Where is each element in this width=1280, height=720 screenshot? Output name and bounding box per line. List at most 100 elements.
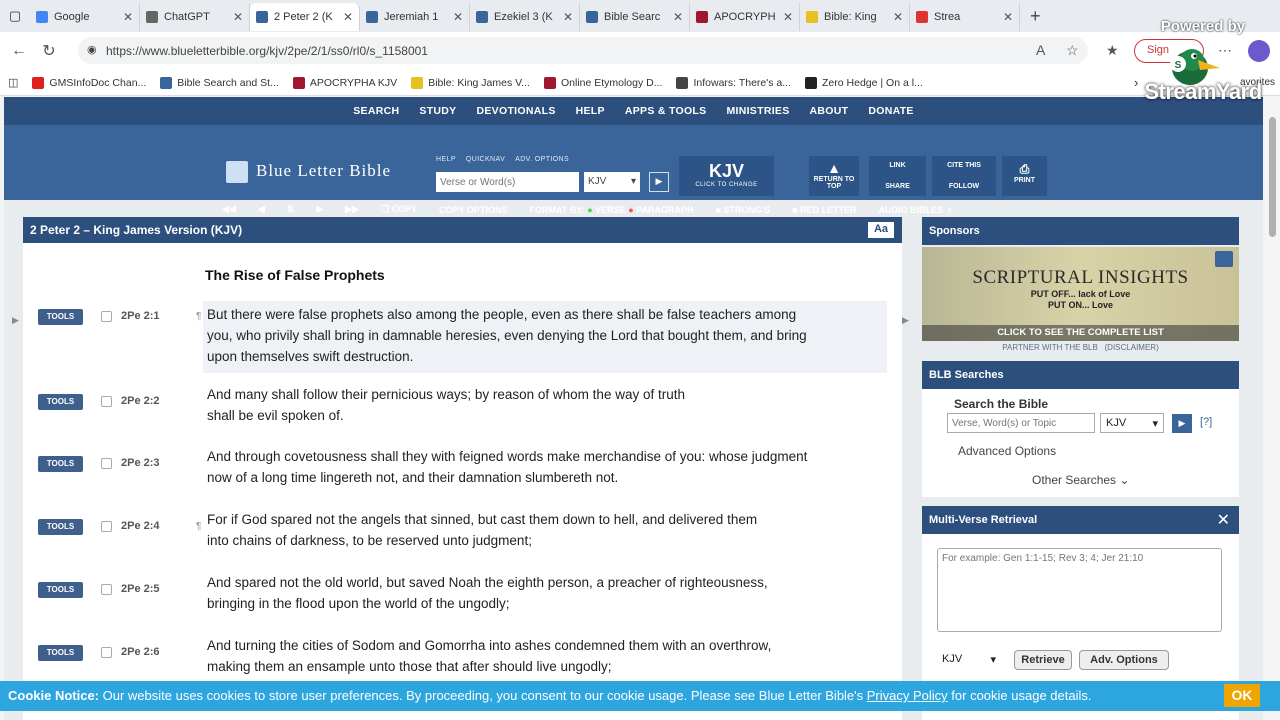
sidebar-search-go-button[interactable]: ▶ — [1172, 414, 1192, 433]
nav-item[interactable]: MINISTRIES — [726, 105, 789, 117]
copy-verse-icon[interactable] — [101, 458, 112, 469]
url-field[interactable]: ◉ https://www.blueletterbible.org/kjv/2p… — [78, 37, 1088, 64]
verse-option[interactable]: VERSE — [595, 205, 626, 215]
nav-item[interactable]: DONATE — [868, 105, 913, 117]
close-tab-icon[interactable]: ✕ — [673, 10, 683, 24]
cookie-ok-button[interactable]: OK — [1224, 684, 1260, 707]
share-button[interactable]: SHARE — [869, 169, 926, 190]
verse-tools-button[interactable]: TOOLS — [38, 582, 83, 598]
prev-chapter-icon[interactable]: ◀ — [258, 204, 265, 215]
adv-options-button[interactable]: Adv. Options — [1079, 650, 1169, 670]
apps-icon[interactable]: ◫ — [8, 76, 18, 89]
scrollbar-thumb[interactable] — [1269, 117, 1276, 237]
search-help-link[interactable]: [?] — [1200, 416, 1212, 428]
chapter-menu-icon[interactable]: ⇅ — [287, 204, 295, 215]
cite-this-button[interactable]: CITE THIS — [932, 156, 996, 169]
verse-reference[interactable]: 2Pe 2:2 — [121, 395, 160, 407]
last-chapter-icon[interactable]: ▶▶ — [345, 204, 359, 215]
strongs-toggle[interactable]: ■ STRONG'S — [715, 205, 770, 215]
verse-tools-button[interactable]: TOOLS — [38, 645, 83, 661]
other-searches-link[interactable]: Other Searches ⌄ — [1032, 473, 1129, 487]
verse-reference[interactable]: 2Pe 2:3 — [121, 457, 160, 469]
adv-options-link[interactable]: ADV. OPTIONS — [515, 156, 569, 163]
read-aloud-icon[interactable]: A — [1036, 42, 1045, 58]
browser-tab[interactable]: Ezekiel 3 (K ✕ — [470, 3, 580, 31]
favorite-star-icon[interactable]: ☆ — [1066, 42, 1079, 59]
bookmark-item[interactable]: GMSInfoDoc Chan... — [32, 76, 146, 89]
bookmark-item[interactable]: Bible: King James V... — [411, 76, 530, 89]
page-scrollbar[interactable] — [1265, 97, 1280, 681]
browser-tab[interactable]: ChatGPT ✕ — [140, 3, 250, 31]
multi-verse-input[interactable] — [937, 548, 1222, 632]
close-tab-icon[interactable]: ✕ — [563, 10, 573, 24]
ad-info-icon[interactable] — [1215, 251, 1233, 267]
retrieve-button[interactable]: Retrieve — [1014, 650, 1072, 670]
left-expand-icon[interactable]: ▶ — [12, 315, 19, 326]
disclaimer-link[interactable]: (DISCLAIMER) — [1105, 343, 1159, 352]
bookmark-item[interactable]: Zero Hedge | On a l... — [805, 76, 923, 89]
header-search-input[interactable] — [436, 172, 579, 192]
blb-logo[interactable]: Blue Letter Bible — [226, 161, 391, 184]
nav-item[interactable]: STUDY — [419, 105, 456, 117]
follow-button[interactable]: FOLLOW — [932, 169, 996, 190]
browser-tab[interactable]: Strea ✕ — [910, 3, 1020, 31]
red-letter-toggle[interactable]: ■ RED LETTER — [792, 205, 856, 215]
copy-options-button[interactable]: COPY OPTIONS — [439, 205, 507, 215]
help-link[interactable]: HELP — [436, 156, 456, 163]
kjv-version-button[interactable]: KJV CLICK TO CHANGE — [679, 156, 774, 196]
close-tab-icon[interactable]: ✕ — [893, 10, 903, 24]
window-menu-icon[interactable]: ▢ — [0, 0, 30, 32]
close-tab-icon[interactable]: ✕ — [453, 10, 463, 24]
sidebar-version-select[interactable]: KJV ▾ — [1100, 413, 1164, 433]
link-button[interactable]: LINK — [869, 156, 926, 169]
browser-tab[interactable]: Jeremiah 1 ✕ — [360, 3, 470, 31]
back-icon[interactable]: ← — [4, 42, 34, 60]
nav-item[interactable]: SEARCH — [353, 105, 399, 117]
right-collapse-icon[interactable]: ▶ — [902, 315, 909, 326]
reload-icon[interactable]: ↻ — [34, 41, 64, 61]
verse-tools-button[interactable]: TOOLS — [38, 309, 83, 325]
verse-reference[interactable]: 2Pe 2:5 — [121, 583, 160, 595]
privacy-policy-link[interactable]: Privacy Policy — [867, 688, 948, 703]
multi-verse-version-select[interactable]: KJV ▾ — [937, 650, 1001, 670]
sponsor-banner[interactable]: SCRIPTURAL INSIGHTS PUT OFF... lack of L… — [922, 247, 1239, 341]
sidebar-search-input[interactable] — [947, 413, 1095, 433]
browser-tab[interactable]: Google ✕ — [30, 3, 140, 31]
verse-tools-button[interactable]: TOOLS — [38, 519, 83, 535]
partner-link[interactable]: PARTNER WITH THE BLB — [1002, 343, 1098, 352]
verse-radio-icon[interactable]: ● — [587, 205, 592, 215]
bookmark-item[interactable]: Online Etymology D... — [543, 76, 662, 89]
paragraph-radio-icon[interactable]: ● — [628, 205, 633, 215]
copy-verse-icon[interactable] — [101, 396, 112, 407]
audio-bibles-button[interactable]: AUDIO BIBLES ♬ — [879, 205, 955, 215]
close-tab-icon[interactable]: ✕ — [123, 10, 133, 24]
header-search-go-button[interactable]: ▶ — [649, 172, 669, 192]
advanced-options-link[interactable]: Advanced Options — [958, 444, 1056, 458]
close-icon[interactable]: ✕ — [1217, 510, 1230, 530]
copy-verse-icon[interactable] — [101, 647, 112, 658]
copilot-icon[interactable] — [1248, 40, 1270, 62]
first-chapter-icon[interactable]: ◀◀ — [222, 204, 236, 215]
quicknav-link[interactable]: QUICKNAV — [466, 156, 505, 163]
nav-item[interactable]: ABOUT — [810, 105, 849, 117]
copy-verse-icon[interactable] — [101, 521, 112, 532]
nav-item[interactable]: HELP — [576, 105, 605, 117]
verse-reference[interactable]: 2Pe 2:4 — [121, 520, 160, 532]
close-tab-icon[interactable]: ✕ — [233, 10, 243, 24]
verse-reference[interactable]: 2Pe 2:6 — [121, 646, 160, 658]
browser-tab[interactable]: 2 Peter 2 (K ✕ — [250, 3, 360, 31]
font-size-button[interactable]: Aa — [868, 222, 894, 238]
copy-verse-icon[interactable] — [101, 584, 112, 595]
verse-tools-button[interactable]: TOOLS — [38, 456, 83, 472]
browser-tab[interactable]: Bible Searc ✕ — [580, 3, 690, 31]
verse-tools-button[interactable]: TOOLS — [38, 394, 83, 410]
paragraph-option[interactable]: PARAGRAPH — [636, 205, 693, 215]
favorites-icon[interactable]: ★ — [1106, 42, 1119, 59]
browser-tab[interactable]: APOCRYPH ✕ — [690, 3, 800, 31]
print-button[interactable]: ⎙ PRINT — [1002, 156, 1047, 196]
next-chapter-icon[interactable]: ▶ — [316, 204, 323, 215]
bookmark-item[interactable]: Infowars: There's a... — [676, 76, 791, 89]
copy-button[interactable]: ❐ COPY — [381, 204, 417, 215]
bookmark-item[interactable]: APOCRYPHA KJV — [292, 76, 397, 89]
return-top-button[interactable]: ▲ RETURN TO TOP — [809, 156, 859, 196]
